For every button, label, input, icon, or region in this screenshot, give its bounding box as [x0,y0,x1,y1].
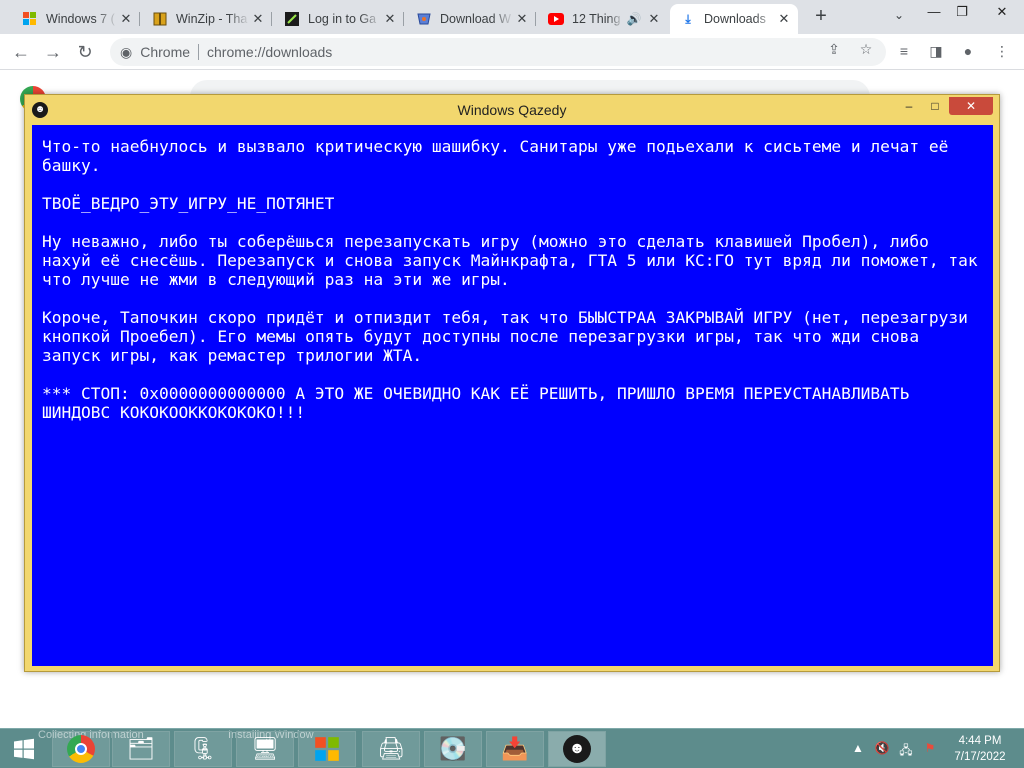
downloader-taskbar-button[interactable]: 📥 [486,731,544,767]
qazedy-window: ☻ Windows Qazedy – □ ✕ Что-то наебнулось… [24,94,1000,672]
tab-separator [271,12,272,26]
tab-winzip[interactable]: WinZip - Tha ✕ [142,4,272,34]
window-titlebar[interactable]: ☻ Windows Qazedy – □ ✕ [25,95,999,123]
close-button[interactable]: ✕ [949,97,993,115]
bsod-error-code: ТВОЁ_ВЕДРО_ЭТУ_ИГРУ_НЕ_ПОТЯНЕТ [42,194,335,213]
taskbar: Collecting information Installing Window… [0,728,1024,768]
chrome-chip-icon: ◉ [120,43,133,60]
close-tab-icon[interactable]: ✕ [646,11,662,27]
system-clock[interactable]: 4:44 PM 7/17/2022 [948,733,1012,765]
tab-download-site[interactable]: Download W ✕ [406,4,536,34]
new-tab-button[interactable]: + [810,6,832,28]
show-hidden-icons-icon[interactable]: ▲ [850,741,866,755]
windows-flag-icon [22,11,38,27]
setup-disk-icon: 💽 [439,736,467,761]
minimize-window-button[interactable]: — [922,2,946,22]
action-center-warning-icon[interactable]: ⚑ [922,741,938,755]
maximize-button[interactable]: □ [925,97,945,115]
download-icon: ⤓ [685,11,691,26]
close-tab-icon[interactable]: ✕ [382,11,398,27]
forward-button[interactable]: → [42,41,64,63]
minimize-button[interactable]: – [899,97,919,115]
explorer-taskbar-button[interactable]: 🗂 [112,731,170,767]
setup-disk-taskbar-button[interactable]: 💽 [424,731,482,767]
system-tool-taskbar-button[interactable]: 🖨 [362,731,420,767]
tab-title: WinZip - Tha [176,12,248,26]
bsod-paragraph: Что-то наебнулось и вызвало критическую … [42,137,959,175]
installer-taskbar-button[interactable]: 🖥 [236,731,294,767]
url-text: chrome://downloads [207,44,333,60]
volume-muted-icon[interactable]: 🔇 [874,741,890,755]
tab-title: Download W [440,12,511,26]
restore-window-button[interactable]: ❐ [950,2,974,22]
download-site-icon [416,11,432,27]
clock-time: 4:44 PM [958,735,1002,747]
installer-icon: 🖥 [251,736,279,761]
bsod-paragraph: Короче, Тапочкин скоро придёт и отпиздит… [42,308,978,365]
qazedy-taskbar-button[interactable]: ☻ [548,731,606,767]
archive-taskbar-button[interactable]: 🗜 [174,731,232,767]
bsod-stop-line: *** СТОП: 0x0000000000000 А ЭТО ЖЕ ОЧЕВИ… [42,384,920,422]
tab-title: 12 Thing [572,12,621,26]
tab-title: Log in to Ga [308,12,377,26]
windows-logo-icon [315,737,339,761]
bookmark-star-icon[interactable]: ☆ [857,40,875,58]
site-chip-label: Chrome [140,44,191,60]
winzip-icon [152,11,168,27]
audio-playing-icon[interactable]: 🔊 [626,11,642,27]
tab-separator [403,12,404,26]
clock-date: 7/17/2022 [954,751,1006,763]
tab-windows7[interactable]: Windows 7 ( ✕ [12,4,140,34]
browser-toolbar: ← → ↻ ◉ Chrome chrome://downloads ⇪ ☆ [0,34,1024,70]
network-icon[interactable]: 🖧 [898,741,914,762]
file-explorer-icon: 🗂 [127,736,155,761]
tab-login[interactable]: Log in to Ga ✕ [274,4,404,34]
media-control-icon[interactable]: ≡ [894,41,914,61]
reload-button[interactable]: ↻ [74,41,96,63]
back-button[interactable]: ← [10,41,32,63]
system-tool-icon: 🖨 [377,736,405,761]
browser-menu-icon[interactable]: ⋮ [992,41,1012,61]
tab-strip: Windows 7 ( ✕ WinZip - Tha ✕ Log in to G… [0,0,1024,34]
share-icon[interactable]: ⇪ [825,40,843,58]
tab-title: Windows 7 ( [46,12,115,26]
tab-youtube[interactable]: 12 Thing 🔊 ✕ [538,4,668,34]
window-title: Windows Qazedy [457,102,567,118]
tab-separator [139,12,140,26]
close-tab-icon[interactable]: ✕ [118,11,134,27]
windows-start-icon [14,738,34,760]
windows-setup-taskbar-button[interactable] [298,731,356,767]
side-panel-icon[interactable]: ◨ [926,41,946,61]
address-bar[interactable]: ◉ Chrome chrome://downloads [110,38,886,66]
close-tab-icon[interactable]: ✕ [250,11,266,27]
chrome-taskbar-button[interactable] [52,731,110,767]
close-tab-icon[interactable]: ✕ [776,11,792,27]
bsod-paragraph: Ну неважно, либо ты соберёшься перезапус… [42,232,988,289]
downloader-icon: 📥 [501,736,529,761]
tab-separator [535,12,536,26]
close-tab-icon[interactable]: ✕ [514,11,530,27]
bsod-screen: Что-то наебнулось и вызвало критическую … [32,125,993,666]
chrome-icon [67,735,95,763]
tab-search-icon[interactable]: ⌄ [890,8,908,26]
profile-avatar-icon[interactable]: ● [958,41,978,61]
game-icon [284,11,300,27]
omnibox-divider [198,44,200,60]
qazedy-icon: ☻ [563,735,591,763]
close-window-button[interactable]: ✕ [990,2,1014,22]
youtube-icon [548,11,564,27]
archive-icon: 🗜 [189,736,217,761]
start-button[interactable] [4,731,44,767]
tab-downloads[interactable]: ⤓ Downloads ✕ [670,4,798,34]
tab-title: Downloads [704,12,766,26]
